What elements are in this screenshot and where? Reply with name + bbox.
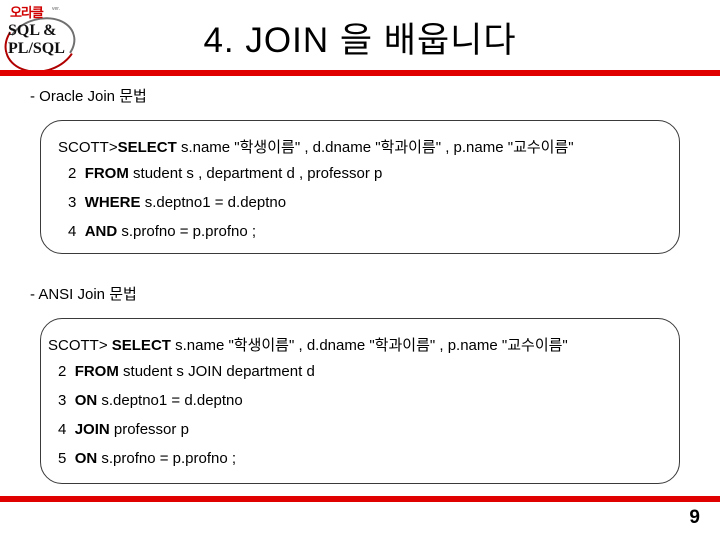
code-line: SCOTT>SELECT s.name "학생이름" , d.dname "학과…: [58, 136, 574, 157]
code-line: 4 JOIN professor p: [58, 421, 189, 438]
code-rest: s.name "학생이름" , d.dname "학과이름" , p.name …: [176, 139, 574, 156]
code-keyword: ON: [74, 392, 98, 409]
section-heading-ansi-join: - ANSI Join 문법: [30, 286, 137, 303]
code-line: 3 ON s.deptno1 = d.deptno: [58, 392, 243, 409]
code-rest: s.profno = p.profno ;: [97, 450, 237, 467]
code-line: 2 FROM student s JOIN department d: [58, 363, 315, 380]
section-heading-oracle-join: - Oracle Join 문법: [30, 88, 147, 105]
code-rest: professor p: [109, 421, 189, 438]
code-keyword: FROM: [74, 363, 119, 380]
code-line-number: 3: [68, 194, 77, 211]
code-keyword: JOIN: [74, 421, 110, 438]
code-line-number: 3: [58, 392, 67, 409]
code-keyword: ON: [74, 450, 98, 467]
code-rest: s.deptno1 = d.deptno: [140, 194, 287, 211]
code-prompt: SCOTT>: [58, 139, 118, 156]
code-line: 5 ON s.profno = p.profno ;: [58, 450, 236, 467]
code-rest: s.deptno1 = d.deptno: [97, 392, 243, 409]
code-keyword: FROM: [84, 165, 129, 182]
bottom-divider: [0, 496, 720, 502]
code-rest: s.profno = p.profno ;: [117, 223, 257, 240]
code-line-number: 5: [58, 450, 67, 467]
code-rest: student s , department d , professor p: [128, 165, 383, 182]
slide-title: 4. JOIN 을 배웁니다: [203, 21, 517, 60]
code-keyword: AND: [84, 223, 118, 240]
code-keyword: WHERE: [84, 194, 141, 211]
code-line: 3 WHERE s.deptno1 = d.deptno: [68, 194, 286, 211]
code-keyword: SELECT: [117, 139, 177, 156]
code-line-number: 4: [68, 223, 77, 240]
code-line: SCOTT> SELECT s.name "학생이름" , d.dname "학…: [48, 334, 568, 355]
code-keyword: SELECT: [107, 337, 171, 354]
code-line-number: 4: [58, 421, 67, 438]
code-rest: s.name "학생이름" , d.dname "학과이름" , p.name …: [170, 337, 568, 354]
top-divider: [0, 70, 720, 76]
code-prompt: SCOTT>: [48, 337, 108, 354]
page-number: 9: [689, 507, 700, 528]
code-line-number: 2: [58, 363, 67, 380]
code-line-number: 2: [68, 165, 77, 182]
code-rest: student s JOIN department d: [118, 363, 315, 380]
code-line: 4 AND s.profno = p.profno ;: [68, 223, 256, 240]
code-line: 2 FROM student s , department d , profes…: [68, 165, 382, 182]
